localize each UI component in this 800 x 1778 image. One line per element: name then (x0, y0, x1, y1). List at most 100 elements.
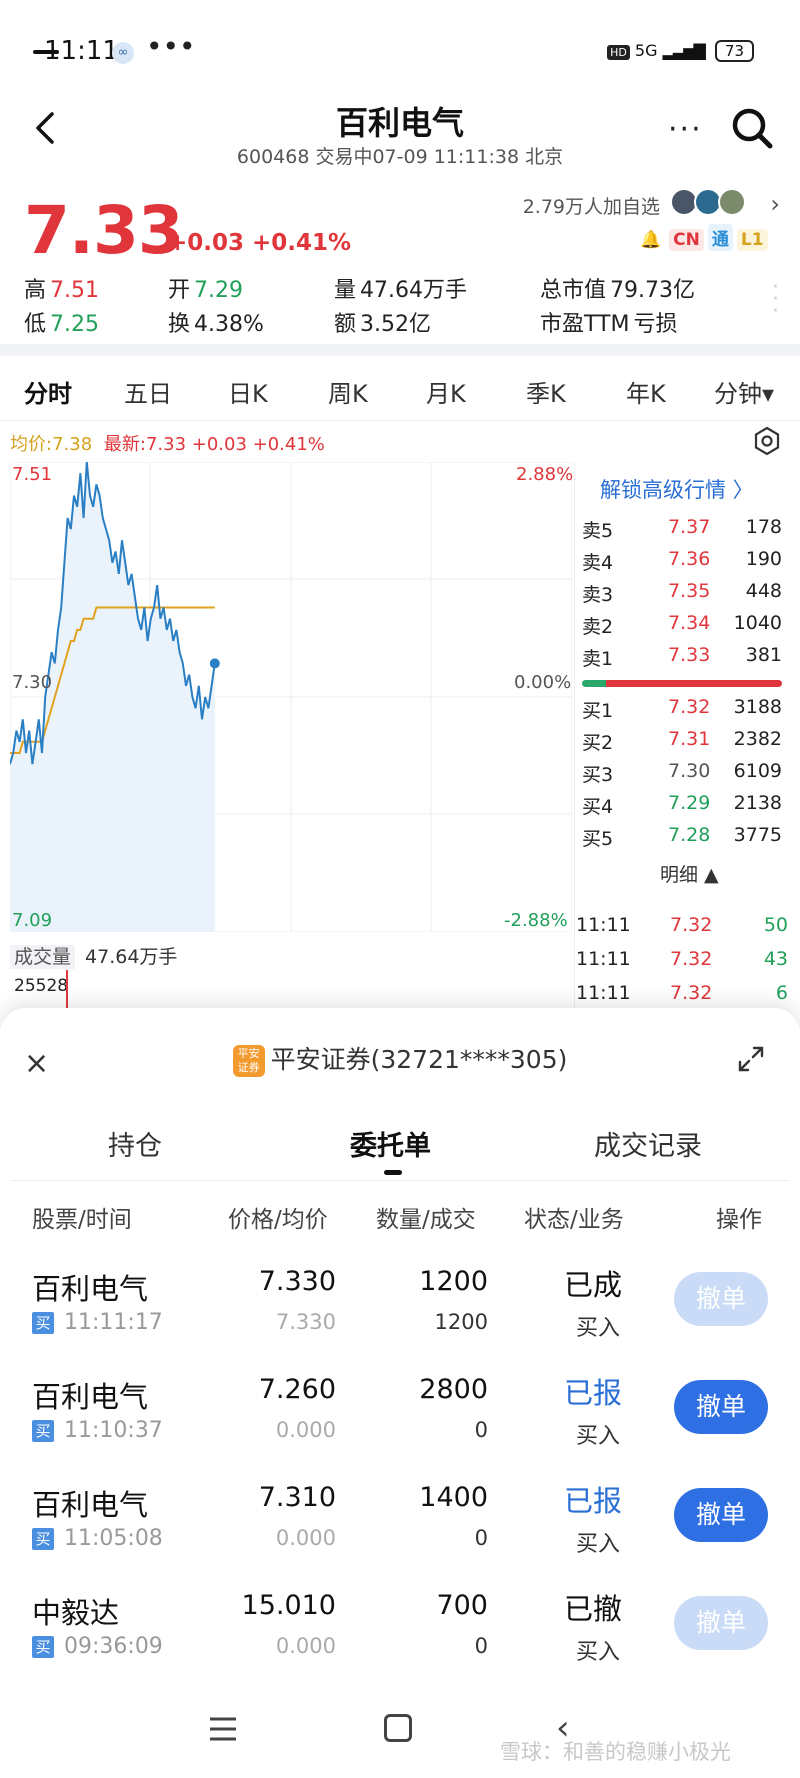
detail-toggle[interactable]: 明细 ▲ (660, 860, 719, 887)
y-low-label: 7.09 (12, 910, 53, 931)
tag-l1: L1 (736, 229, 768, 251)
col-status-biz: 状态/业务 (524, 1207, 624, 1233)
stat-high: 高 7.51 (24, 278, 99, 303)
signal-icon: ▂▃▅▇ (662, 41, 706, 60)
volume-label: 成交量 47.64万手 (10, 942, 177, 969)
pct-high-label: 2.88% (516, 464, 574, 485)
order-qty: 2800 (419, 1374, 488, 1405)
order-avg-price: 0.000 (275, 1634, 336, 1658)
status-more: ••• (146, 30, 196, 63)
search-icon[interactable] (730, 106, 774, 150)
unlock-advanced-quotes-link[interactable]: 解锁高级行情 〉 (600, 474, 754, 504)
broker-account[interactable]: 平安证券 平安证券(32721****305) (0, 1040, 800, 1077)
menu-icon[interactable] (208, 1716, 238, 1742)
tab-week-k[interactable]: 周K (328, 374, 368, 409)
order-status: 已成 (564, 1268, 623, 1302)
col-qty-filled: 数量/成交 (376, 1207, 476, 1233)
cancel-order-button[interactable]: 撤单 (674, 1380, 768, 1434)
tab-season-k[interactable]: 季K (526, 374, 566, 409)
order-price: 15.010 (241, 1590, 336, 1621)
stat-market-cap: 总市值 79.73亿 (540, 278, 695, 303)
order-filled: 0 (474, 1526, 488, 1550)
follower-avatars[interactable] (670, 188, 752, 216)
tab-five-day[interactable]: 五日 (124, 374, 172, 409)
order-row: 中毅达 买 09:36:09 15.010 0.000 700 0 已撤 买入 … (0, 1590, 800, 1698)
pct-mid-label: 0.00% (514, 672, 572, 693)
order-side-badge: 买 (32, 1312, 54, 1334)
tab-trade-records[interactable]: 成交记录 (594, 1124, 702, 1163)
tab-minute[interactable]: 分钟▾ (714, 374, 774, 409)
tag-cn: CN (669, 229, 704, 251)
notification-icon: ∞ (112, 42, 134, 64)
battery-icon: 73 (714, 40, 754, 62)
followers-count[interactable]: 2.79万人加自选 (523, 192, 660, 219)
broker-account-label: 平安证券(32721****305) (270, 1045, 568, 1074)
tab-positions[interactable]: 持仓 (108, 1124, 162, 1163)
order-time: 11:05:08 (64, 1526, 163, 1551)
order-qty: 700 (436, 1590, 488, 1621)
order-business: 买入 (576, 1532, 621, 1557)
tag-tong: 通 (707, 224, 733, 251)
stat-low: 低 7.25 (24, 312, 99, 337)
order-row: 百利电气 买 11:11:17 7.330 7.330 1200 1200 已成… (0, 1266, 800, 1374)
ask-row: 卖3 7.35 448 (582, 580, 782, 606)
network-label: 5G (634, 41, 658, 60)
tab-intraday[interactable]: 分时 (24, 374, 72, 409)
cancel-order-button: 撤单 (674, 1596, 768, 1650)
y-high-label: 7.51 (12, 464, 53, 485)
chart-legend: 均价:7.38 最新:7.33 +0.03 +0.41% (10, 430, 325, 456)
status-bar: 11:11 ∞ ••• HD 5G ▂▃▅▇ 73 (0, 0, 800, 100)
order-row: 百利电气 买 11:10:37 7.260 0.000 2800 0 已报 买入… (0, 1374, 800, 1482)
home-icon[interactable] (384, 1714, 412, 1742)
order-time: 11:10:37 (64, 1418, 163, 1443)
more-icon[interactable]: ··· (668, 112, 703, 147)
order-business: 买入 (576, 1640, 621, 1665)
settings-icon[interactable] (752, 426, 782, 456)
order-price: 7.260 (258, 1374, 336, 1405)
bid-row: 买2 7.31 2382 (582, 728, 782, 754)
tab-underline (33, 50, 59, 54)
stat-pe: 市盈TTM 亏损 (540, 312, 678, 337)
y-mid-label: 7.30 (12, 672, 53, 693)
quote-tags: 🔔 CN 通 L1 (636, 224, 772, 251)
tab-year-k[interactable]: 年K (626, 374, 666, 409)
order-time: 09:36:09 (64, 1634, 163, 1659)
cancel-order-button[interactable]: 撤单 (674, 1488, 768, 1542)
col-stock-time: 股票/时间 (32, 1207, 132, 1233)
expand-dots-icon[interactable]: · · · (772, 277, 782, 323)
stat-amount: 额 3.52亿 (334, 312, 432, 337)
ask-row: 卖2 7.34 1040 (582, 612, 782, 638)
ask-row: 卖4 7.36 190 (582, 548, 782, 574)
intraday-chart[interactable] (10, 462, 572, 932)
latest-price-dot (209, 658, 220, 669)
tab-month-k[interactable]: 月K (426, 374, 466, 409)
expand-icon[interactable] (736, 1044, 766, 1074)
order-qty: 1400 (419, 1482, 488, 1513)
bell-icon[interactable]: 🔔 (636, 229, 665, 251)
order-qty: 1200 (419, 1266, 488, 1297)
order-stock-name: 百利电气 (32, 1272, 149, 1306)
price-change: +0.03 +0.41% (168, 230, 352, 256)
order-row: 百利电气 买 11:05:08 7.310 0.000 1400 0 已报 买入… (0, 1482, 800, 1590)
bid-row: 买4 7.29 2138 (582, 792, 782, 818)
divider (0, 420, 800, 421)
order-time: 11:11:17 (64, 1310, 163, 1335)
tab-day-k[interactable]: 日K (228, 374, 268, 409)
current-price: 7.33 (24, 192, 184, 269)
order-price: 7.310 (258, 1482, 336, 1513)
chevron-right-icon[interactable]: › (770, 190, 780, 218)
order-stock-name: 百利电气 (32, 1380, 149, 1414)
order-stock-name: 中毅达 (32, 1596, 120, 1630)
avg-price-label: 均价:7.38 (10, 434, 93, 455)
tick-row: 11:11 7.32 50 (576, 914, 788, 936)
order-status: 已撤 (564, 1592, 623, 1626)
order-side-badge: 买 (32, 1528, 54, 1550)
order-business: 买入 (576, 1424, 621, 1449)
stat-turnover: 换 4.38% (168, 312, 264, 337)
divider (0, 344, 800, 356)
order-avg-price: 7.330 (275, 1310, 336, 1334)
pct-low-label: -2.88% (504, 910, 568, 931)
order-filled: 0 (474, 1418, 488, 1442)
tab-orders[interactable]: 委托单 (350, 1124, 431, 1163)
tick-row: 11:11 7.32 43 (576, 948, 788, 970)
